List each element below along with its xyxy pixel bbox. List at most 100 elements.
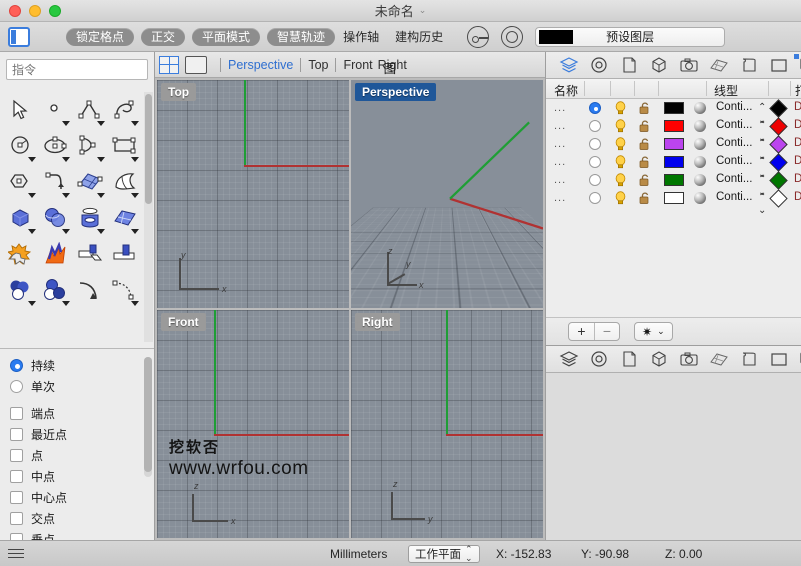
curve-icon[interactable]: [108, 92, 143, 128]
layer-name[interactable]: ...: [554, 102, 566, 114]
viewport-label-right[interactable]: Right: [355, 313, 400, 331]
surface-grid-icon[interactable]: [73, 164, 108, 200]
camera-icon[interactable]: [679, 56, 699, 74]
explode-icon[interactable]: [39, 236, 74, 272]
command-input[interactable]: [6, 59, 148, 80]
print-width[interactable]: D: [794, 101, 801, 113]
bulb-icon[interactable]: [614, 155, 627, 169]
hamburger-icon[interactable]: [8, 546, 24, 561]
flyout-arrow-icon[interactable]: [27, 229, 36, 234]
cylinder-solid-icon[interactable]: [73, 200, 108, 236]
viewport-label-top[interactable]: Top: [161, 83, 197, 101]
flyout-arrow-icon[interactable]: [62, 229, 70, 234]
offset-curve-icon[interactable]: [73, 272, 108, 308]
toggle-grid-snap[interactable]: 锁定格点: [66, 27, 135, 46]
add-remove-layer-group[interactable]: + −: [568, 322, 620, 341]
checkbox-icon[interactable]: [10, 512, 23, 525]
bulb-icon[interactable]: [614, 101, 627, 115]
fillet-curve-icon[interactable]: [39, 164, 74, 200]
flyout-arrow-icon[interactable]: [131, 193, 139, 198]
unlock-icon[interactable]: [638, 119, 652, 133]
bulb-icon[interactable]: [614, 191, 627, 205]
surface-patch-icon[interactable]: [108, 200, 143, 236]
material-icon[interactable]: [694, 156, 706, 168]
flyout-arrow-icon[interactable]: [131, 229, 139, 234]
osnap-mode-persistent[interactable]: 持续: [10, 355, 154, 376]
print-width[interactable]: D: [794, 119, 801, 131]
layer-linetype[interactable]: Conti...: [716, 173, 752, 185]
layer-linetype[interactable]: Conti...: [716, 137, 752, 149]
flyout-arrow-icon[interactable]: [62, 193, 70, 198]
unlock-icon[interactable]: [638, 191, 652, 205]
flyout-arrow-icon[interactable]: [62, 301, 70, 306]
layer-color-swatch[interactable]: [664, 138, 684, 150]
layer-color-swatch[interactable]: [664, 102, 684, 114]
texture-icon[interactable]: [709, 350, 729, 368]
unlock-icon[interactable]: [638, 137, 652, 151]
table-row[interactable]: ... Conti... ⌃ ⌄ D: [546, 99, 801, 126]
flyout-arrow-icon[interactable]: [62, 157, 70, 162]
print-color-swatch[interactable]: [769, 189, 788, 208]
table-row[interactable]: ... Conti... ⌃ ⌄ D: [546, 135, 801, 162]
trim-icon[interactable]: [73, 236, 108, 272]
stepper-icon[interactable]: ⌃ ⌄: [758, 191, 766, 217]
add-layer-button[interactable]: +: [569, 323, 594, 340]
render-icon[interactable]: [739, 350, 759, 368]
polyline-icon[interactable]: [73, 92, 108, 128]
split-icon[interactable]: [108, 236, 143, 272]
surface-sweep-icon[interactable]: [108, 164, 143, 200]
viewport-label-perspective[interactable]: Perspective: [355, 83, 437, 101]
select-arrow-icon[interactable]: [4, 92, 39, 128]
flyout-arrow-icon[interactable]: [96, 229, 105, 234]
table-row[interactable]: ... Conti... ⌃ ⌄ D: [546, 189, 801, 216]
layer-name[interactable]: ...: [554, 174, 566, 186]
table-row[interactable]: ... Conti... ⌃ ⌄ D: [546, 153, 801, 180]
osnap-item-perpendicular[interactable]: 垂点: [10, 529, 154, 540]
checkbox-icon[interactable]: [10, 449, 23, 462]
bulb-icon[interactable]: [614, 137, 627, 151]
render-icon[interactable]: [739, 56, 759, 74]
osnap-item-center[interactable]: 中心点: [10, 487, 154, 508]
four-view-layout-icon[interactable]: [159, 55, 179, 74]
radio-icon[interactable]: [10, 359, 23, 372]
material-icon[interactable]: [694, 138, 706, 150]
tab-top[interactable]: Top: [308, 58, 328, 72]
osnap-item-intersection[interactable]: 交点: [10, 508, 154, 529]
bulb-icon[interactable]: [614, 173, 627, 187]
osnap-item-point[interactable]: 点: [10, 445, 154, 466]
flyout-arrow-icon[interactable]: [96, 121, 105, 126]
layer-name[interactable]: ...: [554, 192, 566, 204]
current-layer-radio[interactable]: [589, 192, 601, 204]
checkbox-icon[interactable]: [10, 533, 23, 540]
flyout-arrow-icon[interactable]: [62, 121, 70, 126]
unlock-icon[interactable]: [638, 173, 652, 187]
osnap-item-mid[interactable]: 中点: [10, 466, 154, 487]
object-icon[interactable]: [649, 350, 669, 368]
gumball-icon[interactable]: [467, 25, 490, 48]
current-layer-radio[interactable]: [589, 138, 601, 150]
circle-icon[interactable]: [4, 128, 39, 164]
material-icon[interactable]: [694, 174, 706, 186]
toggle-history[interactable]: 建构历史: [387, 26, 451, 47]
boolean-union-icon[interactable]: [4, 236, 39, 272]
single-view-layout-icon[interactable]: [185, 55, 207, 74]
ellipse-icon[interactable]: [39, 128, 74, 164]
flyout-arrow-icon[interactable]: [96, 193, 105, 198]
layer-linetype[interactable]: Conti...: [716, 155, 752, 167]
print-color-swatch[interactable]: [769, 171, 788, 190]
current-layer-radio[interactable]: [589, 174, 601, 186]
viewport-top[interactable]: Top y x: [157, 80, 349, 308]
rectangle-icon[interactable]: [108, 128, 143, 164]
layer-color-swatch[interactable]: [664, 156, 684, 168]
display-icon[interactable]: [769, 56, 789, 74]
print-width[interactable]: D: [794, 155, 801, 167]
flyout-arrow-icon[interactable]: [27, 193, 36, 198]
print-width[interactable]: D: [794, 191, 801, 203]
document-icon[interactable]: [619, 56, 639, 74]
flyout-arrow-icon[interactable]: [131, 121, 139, 126]
blend-curve-icon[interactable]: [108, 272, 143, 308]
material-icon[interactable]: [694, 102, 706, 114]
layer-name[interactable]: ...: [554, 120, 566, 132]
current-layer-radio[interactable]: [589, 120, 601, 132]
object-icon[interactable]: [649, 56, 669, 74]
